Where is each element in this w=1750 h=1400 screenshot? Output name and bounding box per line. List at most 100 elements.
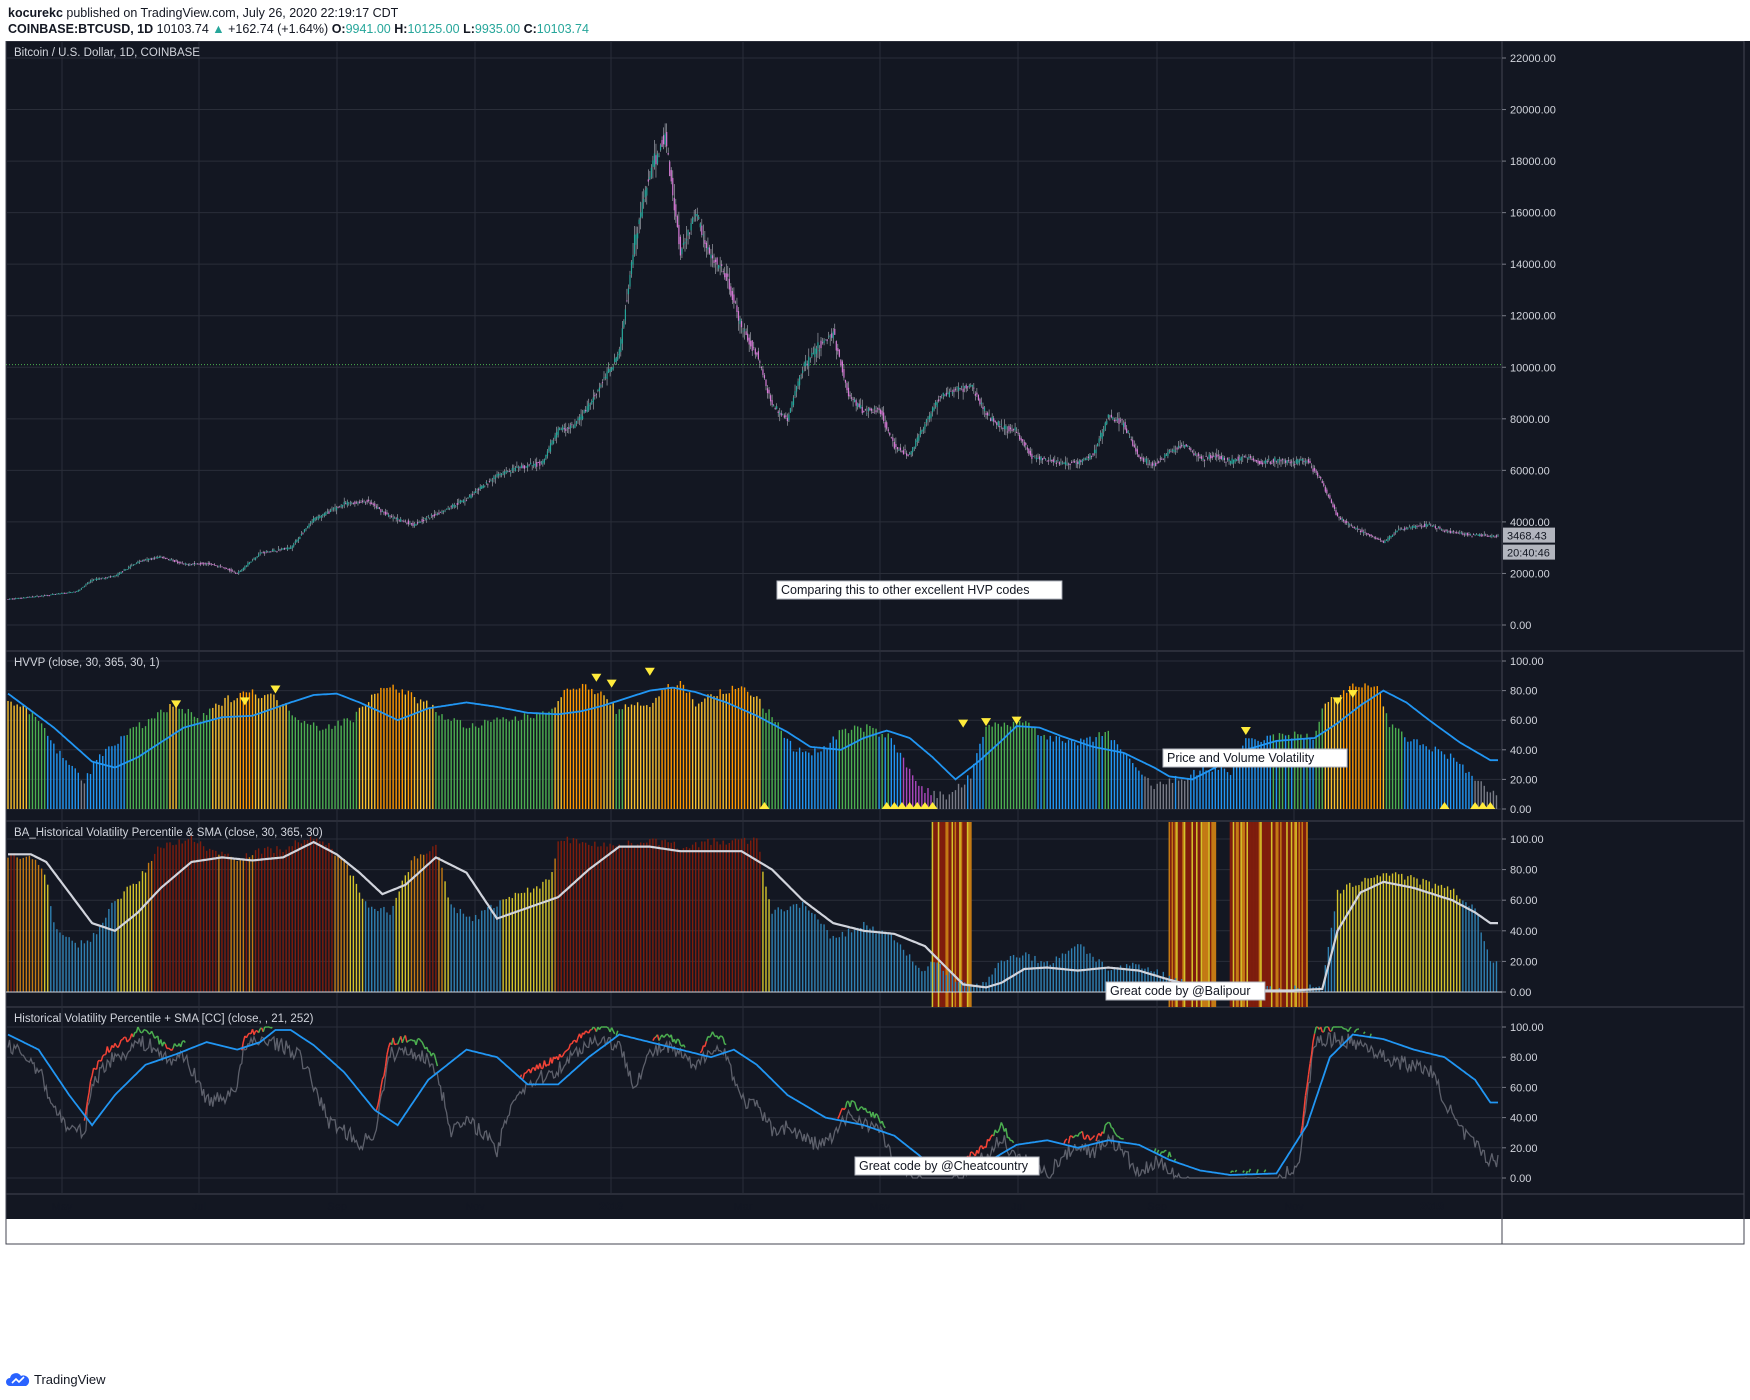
hvvp-bar: [603, 695, 605, 809]
candle-body: [656, 153, 659, 164]
candle-body: [759, 361, 761, 363]
candle-body: [285, 548, 287, 550]
candle-body: [1043, 457, 1045, 459]
ba-hvp-bar: [13, 853, 15, 992]
ba-hvp-bar: [19, 858, 21, 992]
candle-body: [1246, 457, 1248, 459]
candle-body: [368, 499, 370, 502]
hvvp-bar: [698, 703, 700, 809]
candle-body: [653, 153, 656, 167]
candle-body: [511, 468, 513, 471]
hvvp-bar: [1058, 736, 1061, 809]
ba-hvp-bar: [533, 888, 535, 992]
ba-hvp-bar: [728, 842, 731, 992]
ba-hvp-bar: [673, 841, 675, 992]
candle-body: [67, 592, 69, 594]
hvvp-bar: [1235, 762, 1238, 809]
hvvp-bar: [1440, 751, 1443, 809]
candle-body: [1266, 461, 1268, 463]
candle-body: [345, 503, 347, 505]
open-value: 9941.00: [345, 22, 391, 36]
time-axis-label: Mar: [734, 1201, 753, 1213]
ba-hvp-bar: [746, 843, 749, 992]
candle-body: [896, 447, 899, 450]
ba-hvp-bar: [942, 970, 944, 992]
candle-body: [658, 155, 660, 157]
candle-body: [1289, 461, 1291, 464]
ba-hvp-bar: [279, 849, 281, 992]
candle-body: [973, 387, 975, 389]
hvvp-bar: [43, 728, 46, 809]
hvvp-bar: [83, 783, 86, 809]
ba-hvp-bar: [554, 858, 556, 992]
ba-hvp-bar: [102, 922, 104, 992]
ba-hvp-bar: [1431, 888, 1433, 992]
candle-body: [685, 239, 688, 241]
ba-hvp-bar: [25, 856, 28, 992]
hvvp-bar: [294, 717, 297, 809]
ba-hvp-bar: [474, 914, 477, 992]
hvvp-bar: [468, 727, 471, 809]
hvvp-bar: [1413, 739, 1415, 809]
candle-body: [672, 177, 674, 196]
hvvp-bar: [798, 747, 801, 809]
candle-body: [239, 570, 241, 572]
candle-body: [831, 333, 833, 338]
candle-body: [517, 466, 520, 469]
ba-hvp-bar: [652, 838, 654, 992]
hvvp-bar: [1465, 772, 1467, 809]
ba-hvp-bar: [120, 898, 122, 992]
hvvp-bar: [624, 704, 627, 809]
ba-hvp-bar: [664, 839, 666, 992]
hvvp-bar: [838, 730, 841, 809]
candle-body: [873, 407, 876, 409]
candle-body: [15, 598, 17, 600]
candle-body: [1320, 477, 1322, 479]
candle-body: [140, 561, 142, 562]
candle-body: [236, 572, 238, 574]
ba-hvp-bar: [563, 840, 565, 992]
candle-body: [1167, 451, 1169, 457]
y-tick-label: 10000.00: [1510, 362, 1556, 374]
candle-body: [395, 517, 397, 519]
hvvp-bar: [643, 705, 645, 809]
hvvp-bar: [1031, 726, 1033, 809]
hvvp-bar: [670, 688, 672, 809]
candle-body: [1431, 526, 1433, 528]
candle-body: [406, 522, 408, 524]
candle-body: [147, 559, 150, 561]
candle-body: [199, 563, 202, 565]
candle-body: [1145, 458, 1148, 464]
ba-hvp-bar: [196, 843, 199, 992]
hvvp-bar: [826, 748, 828, 809]
annotation-text: Price and Volume Volatility: [1167, 751, 1315, 765]
candle-body: [245, 565, 247, 568]
candle-body: [253, 558, 255, 560]
candle-body: [626, 300, 628, 302]
candle-body: [352, 503, 354, 504]
ba-hvp-bar: [939, 963, 941, 992]
hvvp-bar: [1104, 732, 1106, 809]
chart-canvas[interactable]: May Jul Sep Nov 2018 Mar May Jul Sep Nov 20190.002…: [0, 41, 1750, 1366]
candle-body: [957, 386, 960, 391]
hvvp-bar: [1306, 733, 1308, 809]
hvvp-bar: [1401, 731, 1403, 809]
candle-body: [102, 577, 104, 579]
candle-body: [397, 517, 399, 521]
candle-body: [707, 247, 709, 250]
candle-body: [994, 420, 996, 423]
candle-body: [1153, 464, 1155, 466]
ba-hvp-bar: [117, 899, 119, 992]
ba-hvp-bar: [340, 858, 342, 992]
ba-hvp-bar: [1404, 879, 1406, 992]
hvvp-bar: [817, 752, 819, 809]
author-name[interactable]: kocurekc: [8, 6, 63, 20]
ba-hvp-bar: [364, 901, 367, 992]
candle-body: [264, 552, 266, 554]
candle-body: [138, 561, 141, 563]
hvvp-bar: [496, 717, 498, 809]
ba-hvp-bar: [264, 848, 266, 992]
hvvp-bar: [1080, 738, 1082, 809]
candle-body: [808, 356, 810, 367]
candle-body: [1071, 462, 1073, 463]
